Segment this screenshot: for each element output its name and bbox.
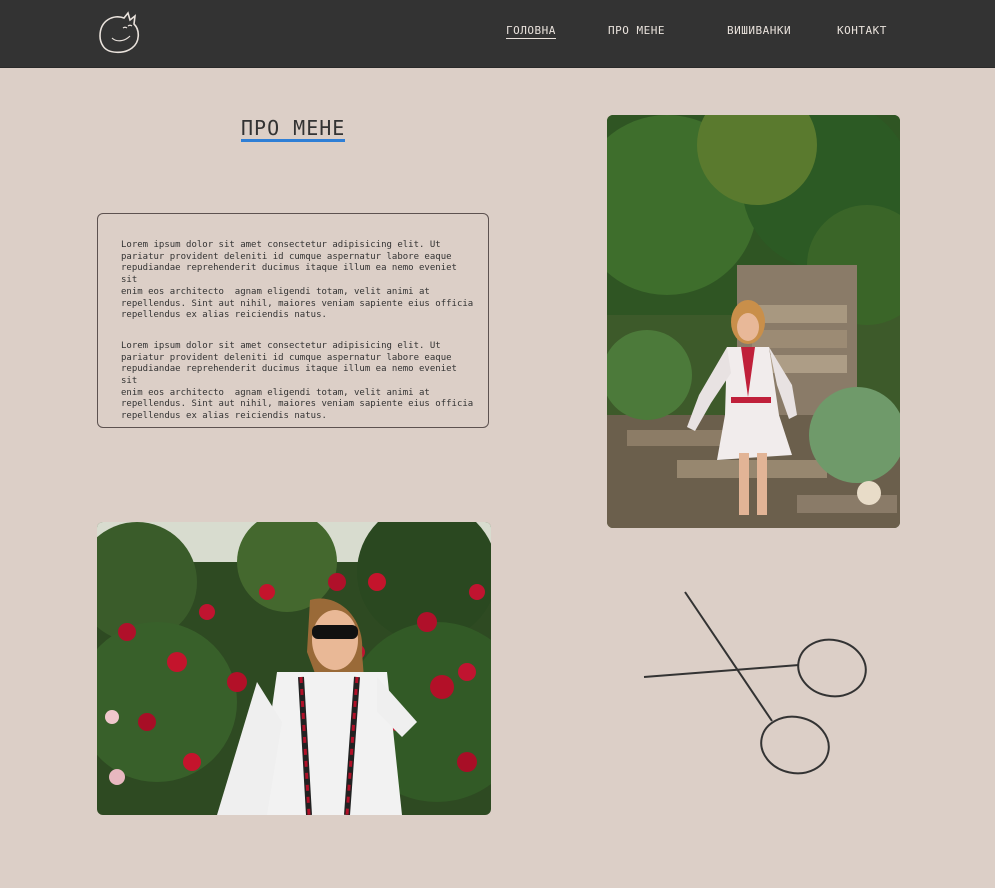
- nav-contact[interactable]: КОНТАКТ: [837, 24, 887, 37]
- about-paragraph: Lorem ipsum dolor sit amet consectetur a…: [121, 240, 474, 321]
- cat-logo-icon[interactable]: [94, 6, 144, 56]
- about-text-card: Lorem ipsum dolor sit amet consectetur a…: [97, 213, 489, 428]
- scissors-icon: [643, 591, 867, 775]
- nav-embroidery[interactable]: ВИШИВАНКИ: [727, 24, 791, 37]
- nav-about[interactable]: ПРО МЕНЕ: [608, 24, 665, 37]
- about-paragraph: Lorem ipsum dolor sit amet consectetur a…: [121, 340, 474, 422]
- photo-garden-steps: [607, 115, 900, 528]
- page-title: ПРО МЕНЕ: [241, 116, 346, 142]
- site-header: ГОЛОВНА ПРО МЕНЕ ВИШИВАНКИ КОНТАКТ: [0, 0, 995, 68]
- nav-home[interactable]: ГОЛОВНА: [506, 24, 556, 39]
- photo-roses: [97, 522, 491, 815]
